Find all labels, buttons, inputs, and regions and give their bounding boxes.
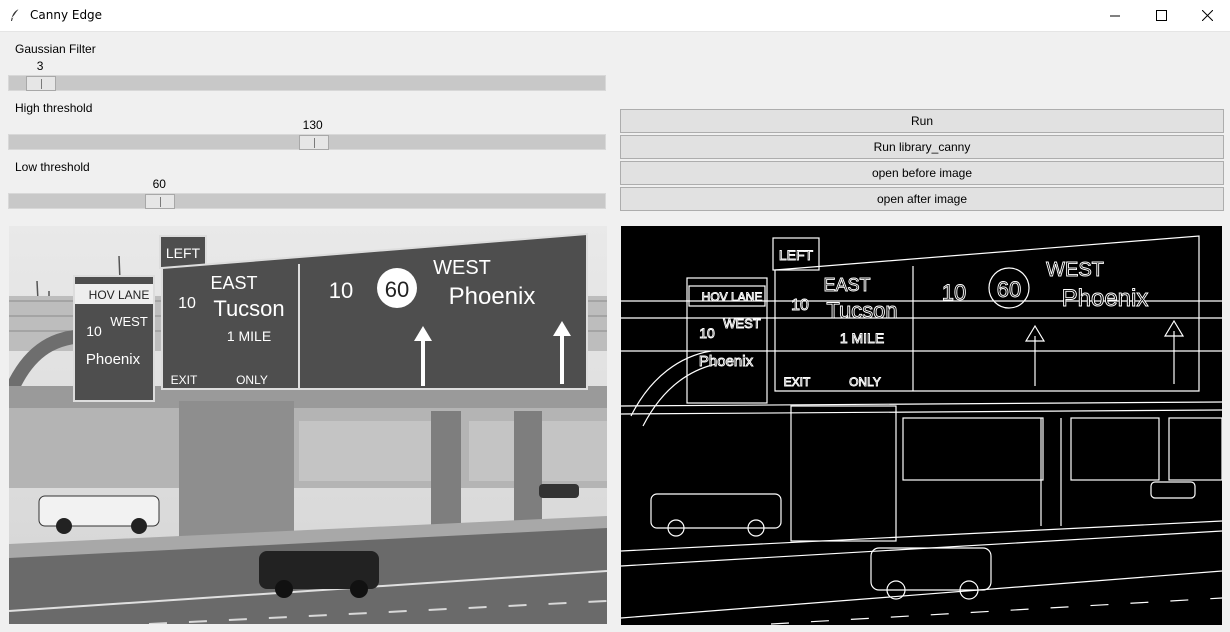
after-sign-route10-main: 10: [942, 280, 966, 305]
after-sign-mile: 1 MILE: [840, 330, 884, 346]
open-before-image-button[interactable]: open before image: [620, 161, 1224, 185]
after-sign-east: EAST: [823, 275, 870, 295]
high-threshold-slider-thumb[interactable]: [298, 135, 329, 150]
minimize-icon: [1109, 15, 1120, 17]
before-sign-west: WEST: [433, 257, 491, 279]
after-sign-west: WEST: [1046, 259, 1104, 281]
before-sign-phoenix: Phoenix: [449, 283, 536, 310]
low-threshold-slider[interactable]: [8, 193, 606, 209]
close-icon: [1201, 10, 1213, 21]
maximize-icon: [1155, 10, 1167, 21]
before-sign-east: EAST: [210, 273, 257, 293]
gaussian-slider-thumb[interactable]: [26, 76, 57, 91]
high-threshold-slider[interactable]: [8, 134, 606, 150]
before-sign-mile: 1 MILE: [227, 328, 271, 344]
high-threshold-value: 130: [302, 118, 323, 132]
before-image: LEFT HOV LANE 10 WEST Phoenix 10 EAST Tu…: [9, 226, 607, 624]
before-sign-west-small: WEST: [110, 314, 148, 329]
after-sign-hov-text: HOV LANE: [702, 290, 763, 304]
open-after-image-button[interactable]: open after image: [620, 187, 1224, 211]
before-sign-route10-small: 10: [86, 323, 102, 339]
after-image-canvas: LEFT HOV LANE 10 WEST Phoenix 10 EAST Tu…: [621, 226, 1222, 625]
before-sign-phoenix-small: Phoenix: [86, 351, 141, 368]
low-threshold-value: 60: [152, 177, 166, 191]
before-sign-left-text: LEFT: [166, 245, 201, 261]
after-sign-route60: 60: [997, 277, 1021, 302]
after-sign-only: ONLY: [849, 375, 881, 389]
low-threshold-label: Low threshold: [15, 160, 90, 174]
before-image-canvas: LEFT HOV LANE 10 WEST Phoenix 10 EAST Tu…: [9, 226, 607, 624]
after-sign-phoenix-small: Phoenix: [699, 353, 754, 370]
after-sign-route10-small: 10: [699, 325, 715, 341]
before-sign-only: ONLY: [236, 373, 268, 387]
gaussian-label: Gaussian Filter: [15, 42, 96, 56]
minimize-button[interactable]: [1092, 0, 1138, 31]
after-sign-phoenix: Phoenix: [1062, 285, 1149, 312]
gaussian-slider[interactable]: [8, 75, 606, 91]
before-sign-tucson: Tucson: [213, 296, 284, 321]
close-button[interactable]: [1184, 0, 1230, 31]
before-sign-route10: 10: [178, 295, 196, 312]
after-image: LEFT HOV LANE 10 WEST Phoenix 10 EAST Tu…: [621, 226, 1222, 625]
before-sign-route60: 60: [385, 277, 409, 302]
window-title: Canny Edge: [30, 8, 103, 22]
run-button[interactable]: Run: [620, 109, 1224, 133]
after-sign-tucson: Tucson: [826, 298, 897, 323]
run-library-canny-button[interactable]: Run library_canny: [620, 135, 1224, 159]
gaussian-value: 3: [36, 59, 44, 73]
low-threshold-slider-thumb[interactable]: [145, 194, 176, 209]
before-sign-exit: EXIT: [171, 373, 198, 387]
after-sign-west-small: WEST: [723, 316, 761, 331]
after-sign-route10: 10: [791, 297, 809, 314]
high-threshold-label: High threshold: [15, 101, 93, 115]
maximize-button[interactable]: [1138, 0, 1184, 31]
after-sign-left-text: LEFT: [779, 247, 814, 263]
before-sign-hov-text: HOV LANE: [89, 288, 150, 302]
feather-icon: [11, 8, 20, 21]
title-bar: Canny Edge: [0, 0, 1230, 32]
after-sign-exit: EXIT: [784, 375, 811, 389]
before-sign-route10-main: 10: [329, 278, 353, 303]
